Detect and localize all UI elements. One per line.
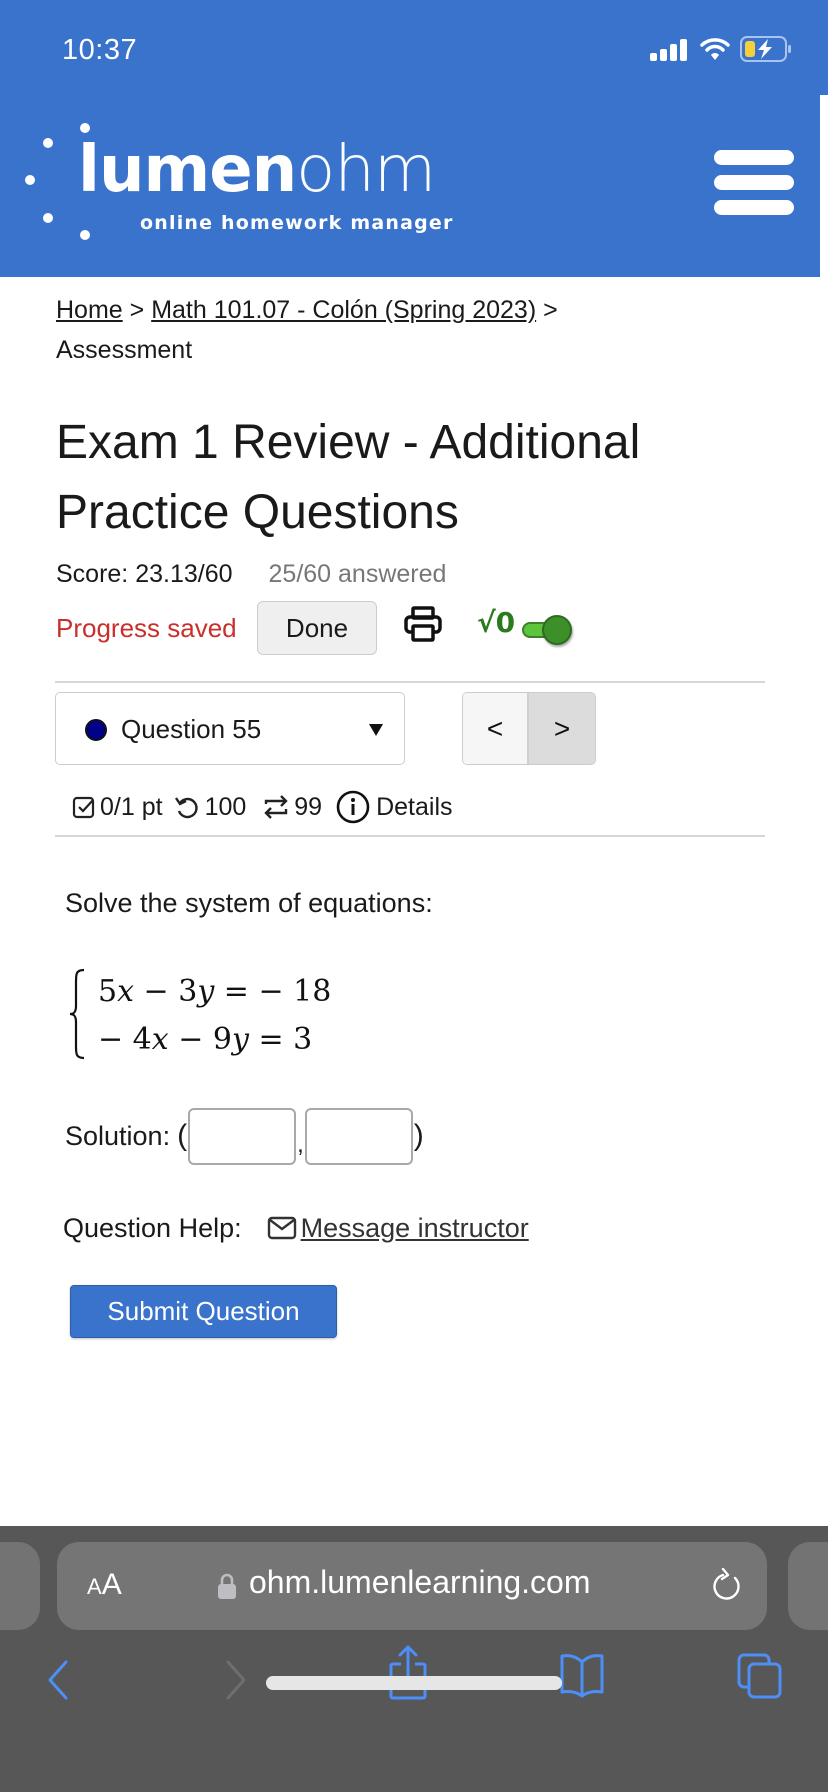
logo-dot [25,175,35,185]
home-indicator [266,1676,562,1690]
printer-icon[interactable] [403,606,443,642]
divider [55,681,765,683]
question-nav: < > [462,692,596,765]
solution-label: Solution: [65,1120,171,1151]
score-row: Score: 23.13/60 25/60 answered [56,560,446,589]
versions-icon [264,795,288,819]
close-paren: ) [413,1119,424,1152]
divider [55,835,765,837]
breadcrumb: Home > Math 101.07 - Colón (Spring 2023)… [56,290,776,370]
logo[interactable]: lumenohm [78,133,436,207]
message-instructor-link[interactable]: Message instructor [267,1213,529,1244]
address-bar[interactable]: AA ohm.lumenlearning.com [57,1542,767,1630]
reload-icon[interactable] [711,1568,745,1604]
question-select-value: Question 55 [121,714,262,744]
logo-dot [43,213,53,223]
logo-dot [80,230,90,240]
battery-charging-icon [740,36,791,62]
progress-status: Progress saved [56,613,237,643]
left-brace [69,968,85,1060]
message-instructor-label: Message instructor [300,1212,529,1243]
bookmarks-icon[interactable] [558,1652,606,1698]
question-help: Question Help: Message instructor [63,1209,529,1247]
text-size-button[interactable]: AA [87,1568,122,1602]
breadcrumb-separator: > [129,296,145,324]
retries-icon [174,797,198,819]
solution-y-input[interactable] [304,1107,413,1165]
breadcrumb-home[interactable]: Home [56,296,123,324]
score: Score: 23.13/60 [56,560,233,588]
previous-tab-peek[interactable] [0,1542,40,1630]
checkbox-points-icon [72,796,95,819]
solution-row: Solution: ( , ) [65,1107,425,1165]
question-help-label: Question Help: [63,1212,242,1243]
tabs-icon[interactable] [736,1652,784,1700]
logo-dot [80,123,90,133]
question-status-dot [85,719,107,741]
logo-tagline: online homework manager [140,212,454,234]
envelope-icon [267,1216,296,1240]
logo-primary: lumen [78,133,297,207]
open-paren: ( [177,1119,188,1152]
breadcrumb-course[interactable]: Math 101.07 - Colón (Spring 2023) [151,296,536,324]
equation-system: 5x − 3y = − 18 − 4x − 9y = 3 [68,962,408,1062]
retries-value: 100 [204,792,247,821]
cellular-signal-icon [650,39,687,61]
points-value: 0/1 pt [100,792,163,821]
logo-secondary: ohm [296,133,436,207]
question-select[interactable]: Question 55 [55,692,405,765]
solution-x-input[interactable] [188,1107,297,1165]
equation-row-1: 5x − 3y = − 18 [98,974,332,1009]
math-entry-label: √0 [477,606,516,639]
info-icon[interactable] [336,790,370,824]
math-entry-toggle[interactable] [518,614,572,646]
question-meta: 0/1 pt 100 99 Details [72,787,453,827]
equation-row-2: − 4x − 9y = 3 [98,1022,313,1057]
answered-count: 25/60 answered [268,560,447,588]
share-icon[interactable] [388,1644,428,1700]
forward-icon[interactable] [222,1660,250,1700]
lock-icon [218,1573,236,1599]
submit-question-button[interactable]: Submit Question [70,1285,337,1338]
next-tab-peek[interactable] [788,1542,828,1630]
previous-question-button[interactable]: < [463,693,529,764]
status-time: 10:37 [62,34,138,66]
url-text: ohm.lumenlearning.com [249,1564,591,1600]
page-title: Exam 1 Review - Additional Practice Ques… [56,416,641,539]
question-prompt: Solve the system of equations: [65,888,433,918]
hamburger-menu-icon[interactable] [714,148,794,218]
done-button[interactable]: Done [257,601,377,655]
caret-down-icon [369,724,383,736]
versions-value: 99 [294,792,323,821]
breadcrumb-current: Assessment [56,336,193,364]
logo-dot [43,138,53,148]
back-icon[interactable] [44,1660,72,1700]
comma-separator: , [297,1131,304,1158]
next-question-button[interactable]: > [529,693,595,764]
breadcrumb-separator: > [543,296,558,324]
details-link[interactable]: Details [376,793,452,822]
wifi-icon [700,38,730,60]
